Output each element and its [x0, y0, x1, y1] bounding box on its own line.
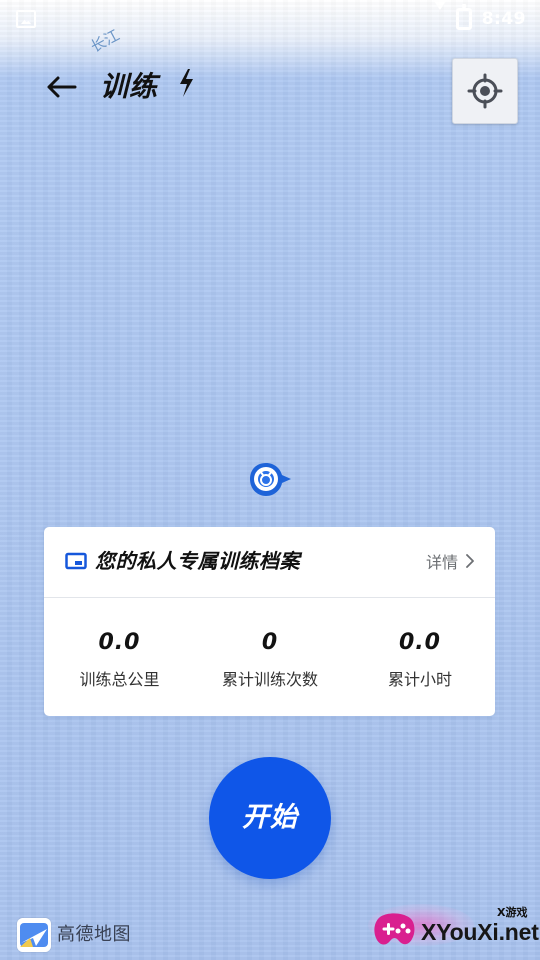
stat-training-count: 0 累计训练次数: [195, 598, 345, 716]
status-time: 8:49: [481, 9, 526, 29]
location-icon: [400, 10, 418, 28]
stat-total-kilometers: 0.0 训练总公里: [44, 598, 195, 716]
map-provider-label: 高德地图: [57, 924, 131, 945]
details-link[interactable]: 详情: [426, 548, 476, 574]
training-stats: 0.0 训练总公里 0 累计训练次数 0.0 累计小时: [44, 598, 495, 716]
gallery-notification-icon: [16, 10, 36, 28]
stat-value: 0.0: [399, 630, 441, 655]
stat-total-hours: 0.0 累计小时: [345, 598, 495, 716]
status-bar: 8:49: [0, 0, 540, 38]
chevron-right-icon: [466, 554, 474, 568]
status-icons: 8:49: [400, 0, 526, 30]
stat-label: 累计小时: [387, 670, 452, 689]
folder-icon: [65, 552, 87, 570]
location-marker-icon[interactable]: [248, 461, 294, 501]
lightning-bolt-icon: [180, 69, 193, 97]
wifi-icon: [427, 0, 452, 30]
back-button[interactable]: [36, 62, 86, 112]
page-header: 长江 训练: [0, 26, 540, 130]
stat-value: 0: [261, 630, 279, 655]
map-logo-icon: [17, 918, 51, 952]
profile-card-header: 您的私人专属训练档案 详情: [44, 527, 495, 598]
stat-label: 累计训练次数: [221, 670, 318, 689]
start-label: 开始: [242, 802, 298, 833]
crosshair-icon: [467, 73, 503, 109]
map-provider-attribution: 高德地图: [17, 918, 131, 952]
training-profile-card[interactable]: 您的私人专属训练档案 详情 0.0 训练总公里 0 累计训练次数 0.0 累计小…: [44, 527, 495, 716]
training-screen: 8:49 长江 训练 您的私人专属训练档案 详情 0.0 训练总公里 0 累计训…: [0, 0, 540, 960]
stat-label: 训练总公里: [79, 670, 160, 689]
profile-card-title: 您的私人专属训练档案: [95, 549, 300, 573]
details-label: 详情: [425, 553, 458, 572]
locate-button[interactable]: [452, 58, 518, 124]
battery-icon: [455, 4, 472, 30]
watermark-brand-text: XYouXi.net: [421, 919, 539, 945]
start-button[interactable]: 开始: [209, 757, 331, 879]
stat-value: 0.0: [98, 630, 141, 655]
arrow-left-icon: [47, 76, 77, 98]
site-watermark: X游戏 XYouXi.net: [368, 900, 539, 956]
gamepad-icon: [374, 913, 415, 945]
page-title: 训练: [100, 70, 159, 103]
